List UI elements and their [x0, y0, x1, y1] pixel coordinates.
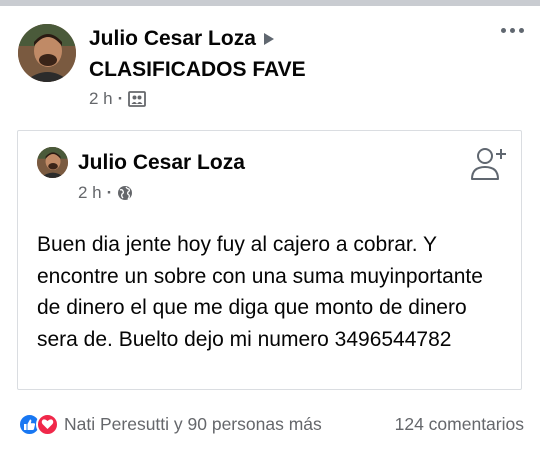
arrow-right-icon [263, 33, 274, 45]
avatar-photo [37, 147, 68, 178]
more-dot [519, 28, 524, 33]
reaction-icons [18, 412, 59, 436]
author-avatar[interactable] [18, 24, 76, 82]
post-time[interactable]: 2 h [89, 89, 113, 109]
avatar-photo [18, 24, 76, 82]
reactions-label[interactable]: Nati Peresutti y 90 personas más [64, 414, 322, 435]
post-author[interactable]: Julio Cesar Loza [89, 27, 274, 51]
post-footer: Nati Peresutti y 90 personas más 124 com… [18, 411, 524, 437]
reactions-summary[interactable]: Nati Peresutti y 90 personas más [18, 412, 322, 436]
more-dot [501, 28, 506, 33]
post-meta: 2 h · [89, 89, 147, 109]
shared-meta: 2 h · [78, 183, 133, 203]
separator-dot: · [106, 183, 113, 202]
post-author-name[interactable]: Julio Cesar Loza [89, 27, 256, 51]
shared-author-name[interactable]: Julio Cesar Loza [78, 151, 245, 175]
add-friend-icon[interactable] [470, 145, 508, 183]
shared-author-avatar[interactable] [37, 147, 68, 178]
more-dot [510, 28, 515, 33]
comments-count[interactable]: 124 comentarios [395, 414, 524, 435]
shared-post-card[interactable]: Julio Cesar Loza 2 h · Buen dia jente ho… [17, 130, 522, 390]
shared-time[interactable]: 2 h [78, 183, 102, 203]
top-divider [0, 0, 540, 6]
globe-icon [118, 186, 133, 200]
group-icon [128, 91, 147, 107]
love-icon [36, 412, 59, 436]
more-options-icon[interactable] [501, 28, 524, 33]
separator-dot: · [117, 89, 124, 108]
post-text: Buen dia jente hoy fuy al cajero a cobra… [37, 233, 483, 351]
group-name[interactable]: CLASIFICADOS FAVE [89, 58, 306, 82]
